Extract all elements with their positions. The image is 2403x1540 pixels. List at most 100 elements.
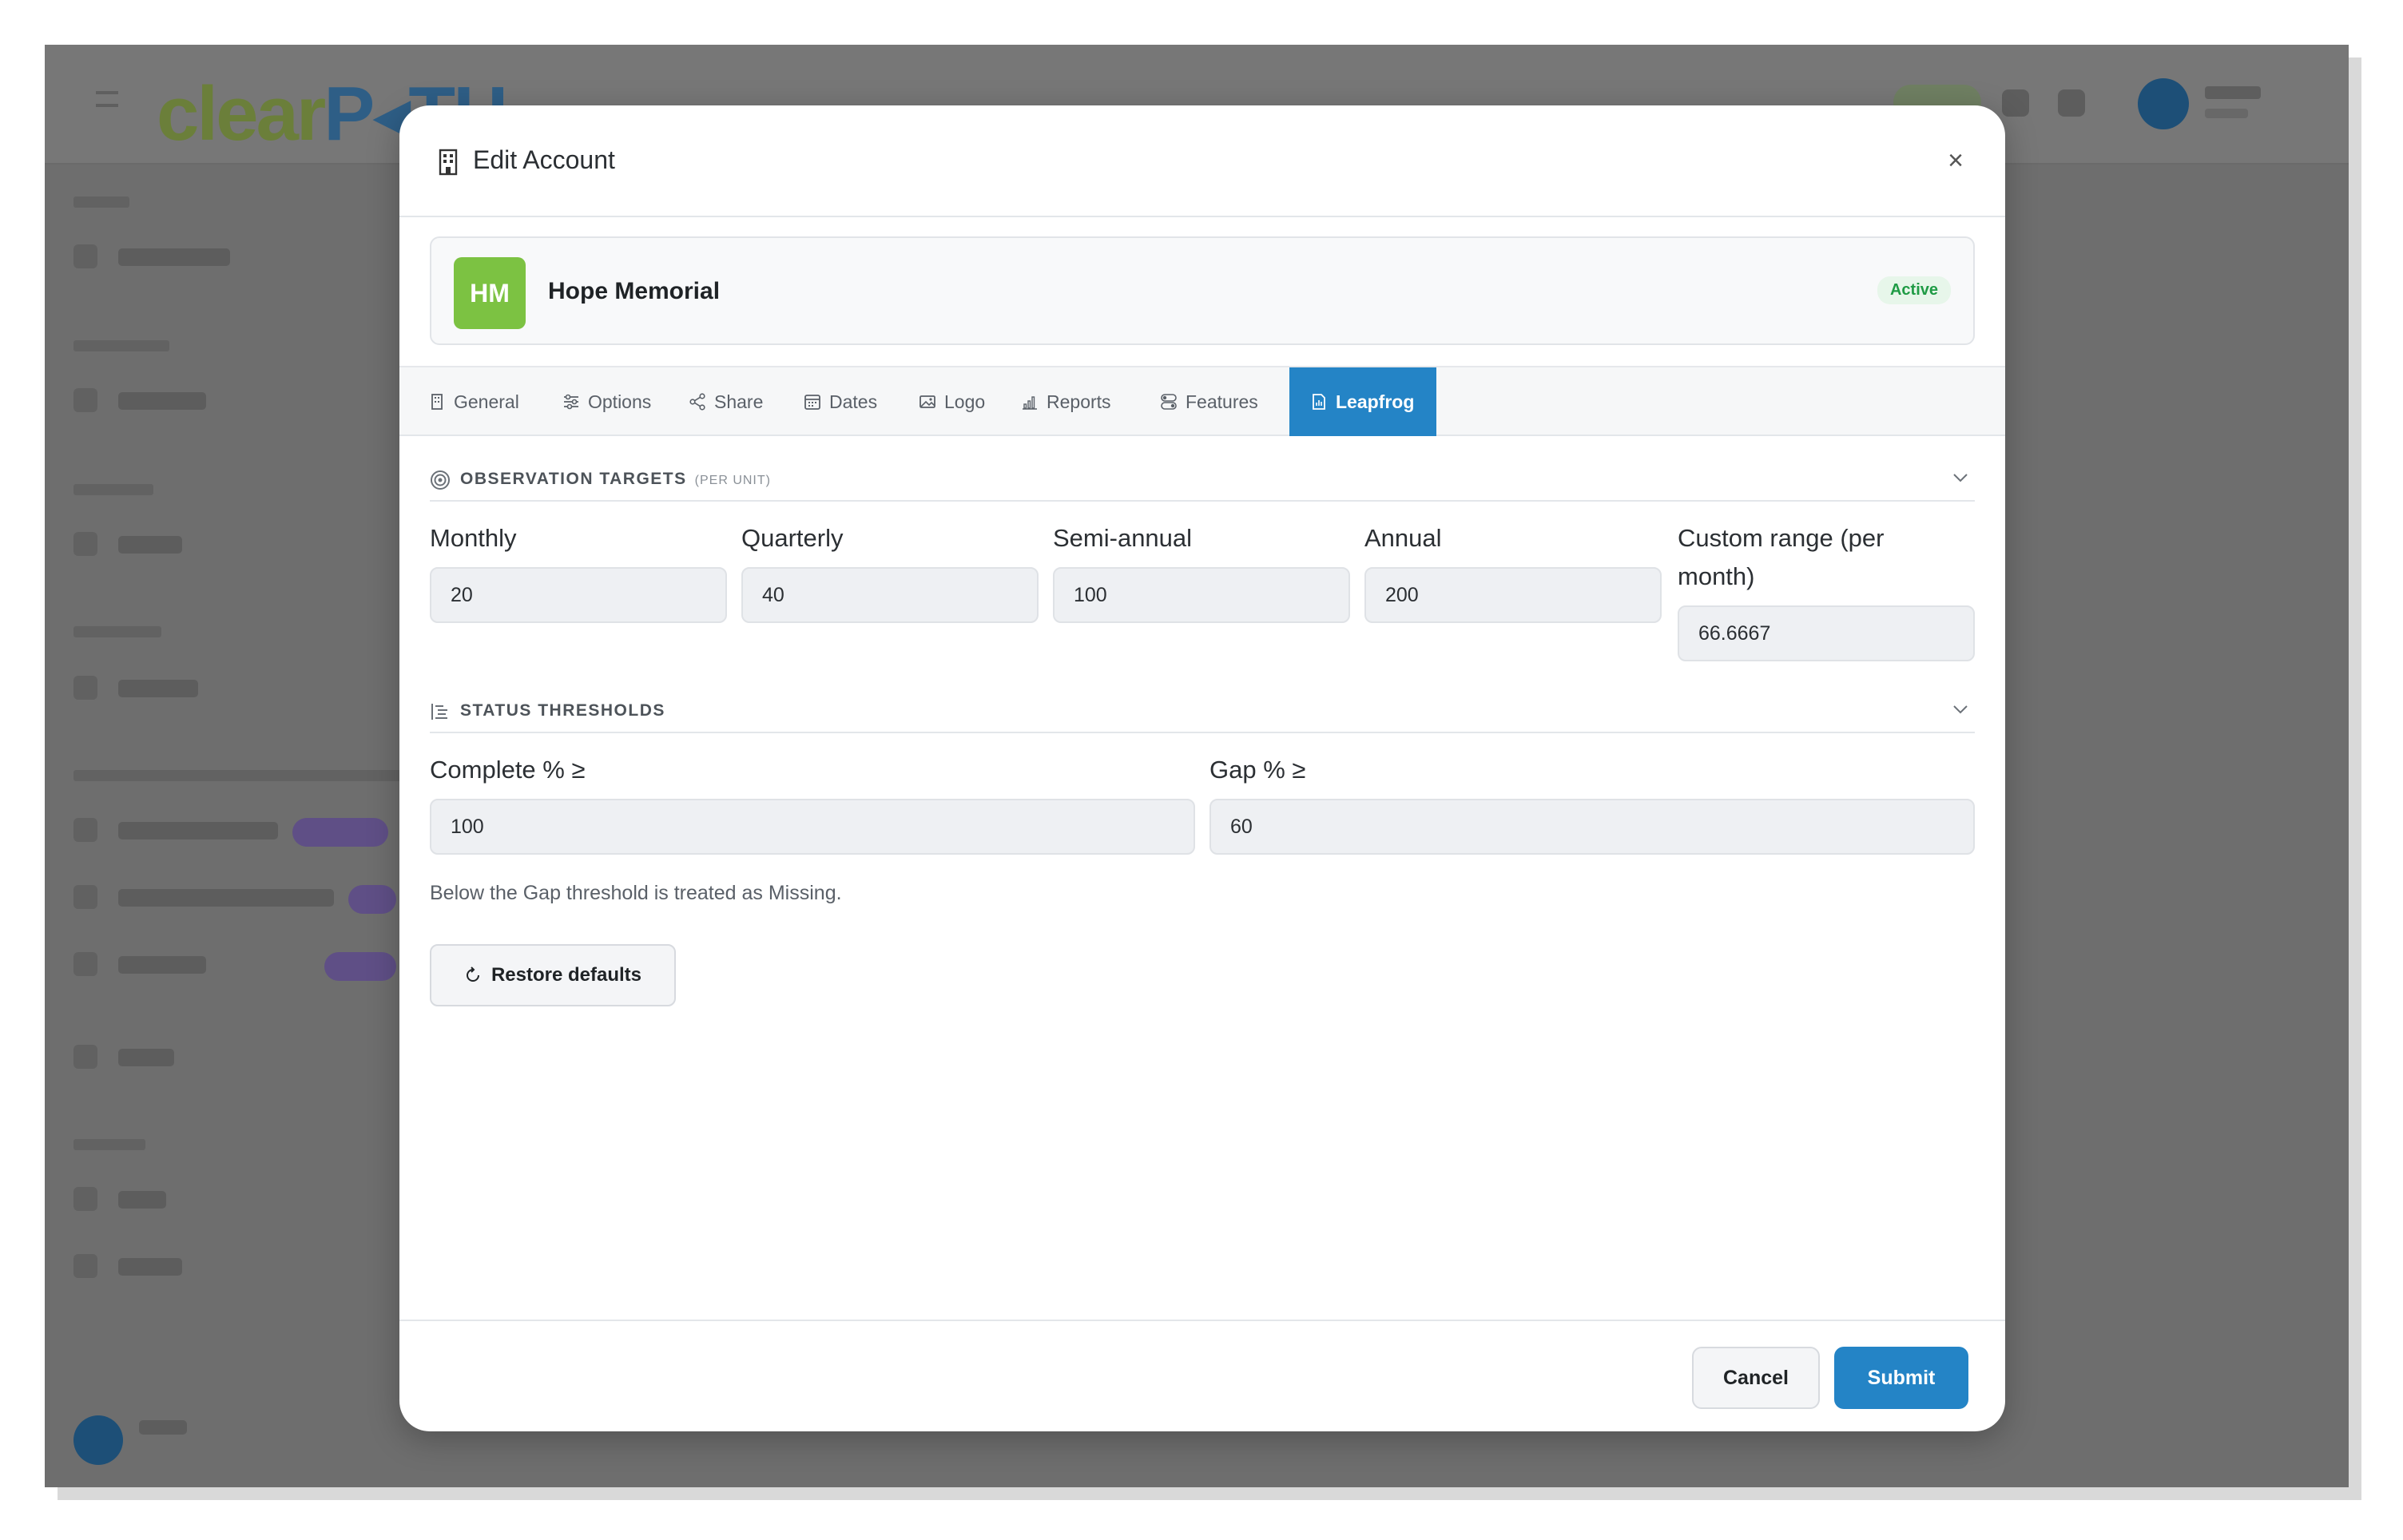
sidebar-heading xyxy=(73,770,409,781)
monthly-label: Monthly xyxy=(430,524,517,552)
modal-title: Edit Account xyxy=(473,145,615,174)
phone-icon xyxy=(2002,89,2029,117)
building-icon xyxy=(439,149,458,176)
user-avatar xyxy=(2138,78,2189,129)
dashboard-icon xyxy=(73,244,97,268)
semi-annual-input[interactable] xyxy=(1053,567,1350,623)
tab-label: Dates xyxy=(829,391,878,412)
sidebar-heading xyxy=(73,196,129,208)
tab-bar: General Options Share Dates Logo Reports… xyxy=(399,366,2005,436)
sidebar-user-placeholder xyxy=(139,1420,187,1435)
account-avatar: HM xyxy=(454,257,526,329)
sidebar-item-placeholder xyxy=(118,889,334,907)
toggles-icon xyxy=(1161,394,1177,410)
semi-annual-label: Semi-annual xyxy=(1053,524,1193,552)
sidebar-item-placeholder xyxy=(118,822,278,839)
alerts-icon xyxy=(73,1045,97,1069)
annual-input[interactable] xyxy=(1364,567,1662,623)
section-title: STATUS THRESHOLDS xyxy=(460,701,665,720)
about-icon xyxy=(73,1254,97,1278)
close-icon[interactable]: × xyxy=(1948,147,1964,174)
user-name-placeholder xyxy=(2205,86,2261,99)
tab-options[interactable]: Options xyxy=(542,367,672,436)
gap-percent-label: Gap % ≥ xyxy=(1209,756,1306,784)
tab-label: Share xyxy=(714,391,764,412)
account-summary-card: HM Hope Memorial Active xyxy=(430,236,1975,345)
account-name: Hope Memorial xyxy=(548,278,721,304)
sidebar-heading xyxy=(73,1139,145,1150)
menu-icon xyxy=(96,91,118,107)
cancel-button[interactable]: Cancel xyxy=(1692,1347,1820,1409)
status-badge: Active xyxy=(1877,276,1951,304)
quarterly-input[interactable] xyxy=(741,567,1039,623)
edit-account-modal: Edit Account × HM Hope Memorial Active G… xyxy=(399,105,2005,1431)
sidebar-item-placeholder xyxy=(118,536,182,554)
tab-leapfrog[interactable]: Leapfrog xyxy=(1289,367,1436,436)
help-icon xyxy=(73,1187,97,1211)
monthly-input[interactable] xyxy=(430,567,727,623)
tab-features[interactable]: Features xyxy=(1139,367,1279,436)
sidebar-badge xyxy=(348,885,396,914)
threshold-helper-text: Below the Gap threshold is treated as Mi… xyxy=(430,882,842,904)
tab-label: General xyxy=(454,391,519,412)
sidebar-item-placeholder xyxy=(118,956,206,974)
restore-defaults-button[interactable]: Restore defaults xyxy=(430,944,676,1006)
tab-dates[interactable]: Dates xyxy=(783,367,898,436)
user-role-placeholder xyxy=(2205,109,2248,118)
custom-range-input[interactable] xyxy=(1678,605,1975,661)
tab-label: Leapfrog xyxy=(1336,391,1415,412)
sidebar-heading xyxy=(73,484,153,495)
leapfrog-icon xyxy=(73,952,97,976)
sidebar-item-placeholder xyxy=(118,248,230,266)
modal-header: Edit Account × xyxy=(399,105,2005,217)
observation-targets-header[interactable]: OBSERVATION TARGETS (PER UNIT) xyxy=(430,460,1975,502)
list-tree-icon xyxy=(431,704,447,720)
reports-icon xyxy=(73,676,97,700)
building-icon xyxy=(431,394,443,410)
custom-range-label: Custom range (per month) xyxy=(1678,524,1885,590)
compliance-icon xyxy=(73,818,97,842)
image-icon xyxy=(919,395,935,408)
sidebar-heading xyxy=(73,340,169,351)
sidebar-heading xyxy=(73,626,161,637)
sidebar-user-avatar xyxy=(73,1415,123,1465)
tab-label: Options xyxy=(588,391,652,412)
annual-label: Annual xyxy=(1364,524,1442,552)
tab-logo[interactable]: Logo xyxy=(898,367,1006,436)
sliders-icon xyxy=(564,394,578,410)
tab-label: Logo xyxy=(944,391,986,412)
sidebar-badge xyxy=(292,818,388,847)
restore-defaults-label: Restore defaults xyxy=(491,964,642,986)
section-title: OBSERVATION TARGETS (PER UNIT) xyxy=(460,470,771,489)
accreditation-icon xyxy=(73,885,97,909)
tab-label: Reports xyxy=(1047,391,1111,412)
status-thresholds-header[interactable]: STATUS THRESHOLDS xyxy=(430,692,1975,733)
sidebar-item-placeholder xyxy=(118,1258,182,1276)
account-icon xyxy=(73,388,97,412)
tab-label: Features xyxy=(1186,391,1258,412)
audits-icon xyxy=(73,532,97,556)
sidebar-item-placeholder xyxy=(118,1191,166,1209)
modal-footer: Cancel Submit xyxy=(399,1320,2005,1431)
calendar-icon xyxy=(804,395,820,410)
sidebar-badge xyxy=(324,952,396,981)
chevron-down-icon[interactable] xyxy=(1951,468,1970,487)
document-chart-icon xyxy=(1313,394,1325,410)
submit-button[interactable]: Submit xyxy=(1834,1347,1968,1409)
tab-general[interactable]: General xyxy=(407,367,540,436)
sidebar-item-placeholder xyxy=(118,680,198,697)
tab-reports[interactable]: Reports xyxy=(1000,367,1132,436)
target-icon xyxy=(431,470,450,490)
section-title-text: OBSERVATION TARGETS xyxy=(460,470,687,488)
bar-chart-icon xyxy=(1023,396,1037,410)
complete-percent-input[interactable] xyxy=(430,799,1195,855)
tab-share[interactable]: Share xyxy=(668,367,784,436)
sidebar-item-placeholder xyxy=(118,1049,174,1066)
chevron-down-icon[interactable] xyxy=(1951,700,1970,719)
refresh-icon xyxy=(466,966,479,982)
notification-icon xyxy=(2058,89,2085,117)
quarterly-label: Quarterly xyxy=(741,524,844,552)
section-subtitle: (PER UNIT) xyxy=(694,474,771,487)
complete-percent-label: Complete % ≥ xyxy=(430,756,586,784)
gap-percent-input[interactable] xyxy=(1209,799,1975,855)
